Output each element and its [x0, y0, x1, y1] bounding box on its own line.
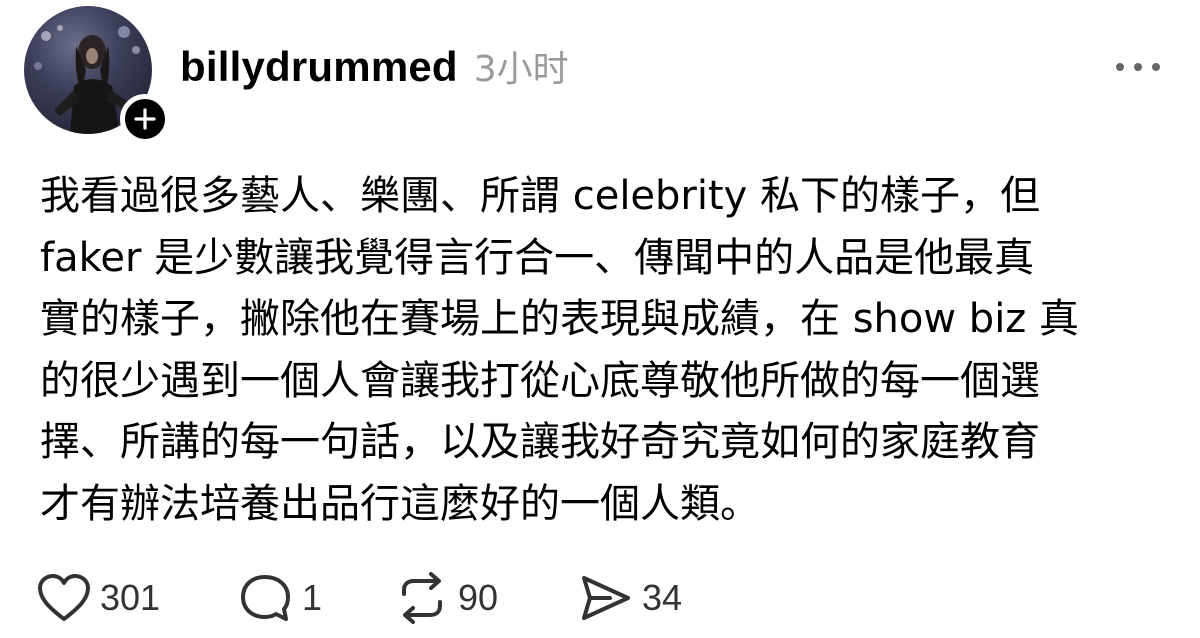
- repost-button[interactable]: 90: [394, 570, 498, 626]
- share-count: 34: [642, 577, 683, 618]
- send-icon: [578, 572, 634, 624]
- username[interactable]: billydrummed: [180, 43, 458, 91]
- plus-icon: [134, 108, 156, 130]
- post-header: billydrummed 3小时: [180, 40, 569, 92]
- follow-button[interactable]: [120, 94, 170, 144]
- reply-button[interactable]: 1: [238, 570, 322, 626]
- like-count: 301: [100, 577, 161, 618]
- repost-count: 90: [458, 577, 499, 618]
- post-body-line: 實的樣子，撇除他在賽場上的表現與成績，在 show biz 真: [40, 296, 1080, 342]
- more-options-button[interactable]: [1108, 52, 1168, 82]
- post-body-line: 的很少遇到一個人會讓我打從心底尊敬他所做的每一個選: [40, 357, 1040, 404]
- post-body-line: 擇、所講的每一句話，以及讓我好奇究竟如何的家庭教育: [40, 419, 1040, 465]
- repost-icon: [394, 572, 450, 624]
- post-body-line: 才有辦法培養出品行這麼好的一個人類。: [40, 480, 760, 527]
- post-body-line: faker 是少數讓我覺得言行合一、傳聞中的人品是他最真: [40, 234, 1035, 281]
- avatar-container: [24, 6, 170, 146]
- share-button[interactable]: 34: [578, 570, 682, 626]
- post-body-line: 我看過很多藝人、樂團、所謂 celebrity 私下的樣子，但: [40, 173, 1041, 219]
- action-bar: 301 1 90 34: [36, 570, 736, 626]
- ellipsis-icon: [1116, 63, 1160, 71]
- thread-post: billydrummed 3小时 我看過很多藝人、樂團、所謂 celebrity…: [0, 0, 1200, 638]
- post-body: 我看過很多藝人、樂團、所謂 celebrity 私下的樣子，但 faker 是少…: [40, 166, 1170, 535]
- comment-icon: [238, 572, 294, 624]
- like-button[interactable]: 301: [36, 570, 160, 626]
- heart-icon: [36, 572, 92, 624]
- reply-count: 1: [302, 577, 323, 618]
- timestamp[interactable]: 3小时: [474, 40, 569, 92]
